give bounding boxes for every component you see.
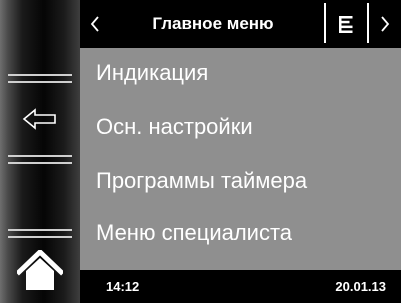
back-button[interactable] (0, 83, 80, 155)
sidebar-divider (8, 229, 72, 231)
sidebar-divider (8, 74, 72, 76)
time-display: 14:12 (106, 279, 140, 294)
sidebar-divider (8, 155, 72, 157)
list-view-button[interactable] (326, 0, 366, 48)
chevron-left-icon (90, 16, 99, 32)
sidebar-slot-middle (0, 164, 80, 228)
sidebar-slot-top (0, 0, 80, 74)
status-bar: 14:12 20.01.13 (80, 270, 401, 303)
header-back-button[interactable] (80, 0, 110, 48)
header-forward-button[interactable] (369, 0, 401, 48)
home-button[interactable] (0, 238, 80, 303)
menu-item-timer-programs[interactable]: Программы таймера (96, 161, 307, 201)
menu-item-indication[interactable]: Индикация (96, 53, 208, 93)
chevron-right-icon (381, 16, 390, 32)
list-icon (339, 15, 353, 33)
header-bar: Главное меню (80, 0, 401, 48)
main-menu: Индикация Осн. настройки Программы тайме… (80, 48, 401, 270)
menu-item-basic-settings[interactable]: Осн. настройки (96, 107, 253, 147)
home-icon (17, 249, 63, 290)
page-title: Главное меню (152, 14, 274, 33)
date-display: 20.01.13 (335, 279, 386, 294)
arrow-left-icon (22, 108, 56, 130)
menu-item-specialist-menu[interactable]: Меню специалиста (96, 213, 292, 253)
device-screen: Главное меню Индикация Осн. настройки Пр… (0, 0, 401, 303)
sidebar (0, 0, 80, 303)
